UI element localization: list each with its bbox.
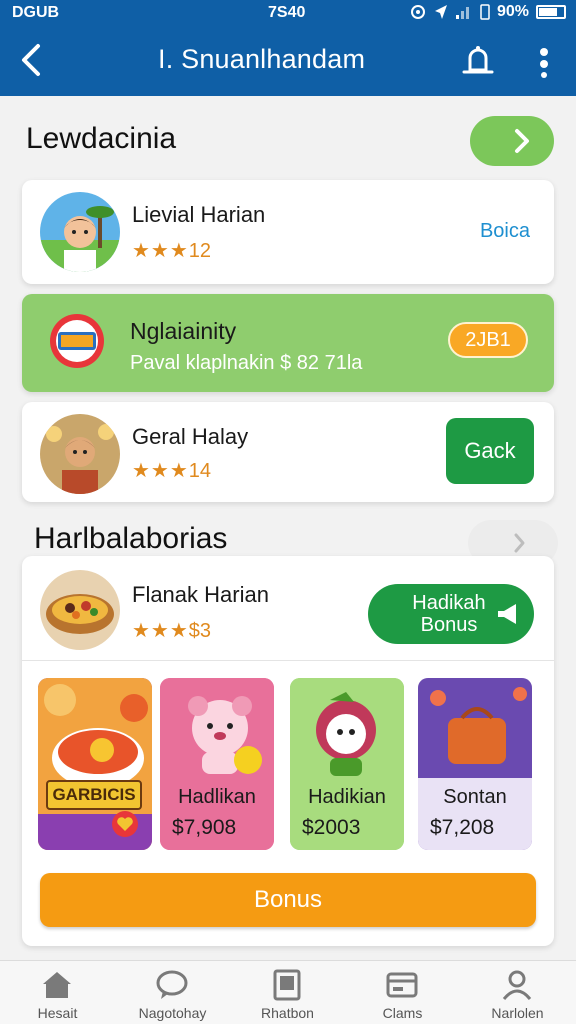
item-name: Geral Halay — [132, 424, 249, 449]
avatar — [40, 414, 120, 494]
product-tile[interactable]: Hadikian $2003 — [290, 678, 404, 850]
nav-label: Rhatbon — [261, 1005, 314, 1021]
product-tile[interactable]: GARBICIS — [38, 678, 152, 850]
section-title: Harlbalaborias — [34, 522, 228, 555]
tile-label: Hadlikan — [178, 786, 256, 808]
item-name: Lievial Harian — [132, 202, 266, 227]
featured-name: Flanak Harian — [132, 582, 269, 607]
nav-item-book[interactable]: Rhatbon — [230, 961, 345, 1024]
product-tile[interactable]: Hadlikan $7,908 — [160, 678, 274, 850]
location-icon — [434, 5, 447, 19]
battery-icon — [536, 5, 566, 19]
promo-title: Nglaiainity — [130, 318, 237, 344]
bottom-nav: Hesait Nagotohay Rhatbon Clams Narlolen — [0, 960, 576, 1024]
promo-subtitle: Paval klaplnakin $ 82 71la — [130, 352, 363, 374]
app-bar: I. Snuanlhandam — [0, 28, 576, 96]
tile-label: Sontan — [443, 786, 507, 808]
rating: ★★★12 — [132, 238, 211, 263]
section-title: Lewdacinia — [26, 122, 177, 155]
tile-label: GARBICIS — [46, 780, 142, 810]
next-button[interactable] — [470, 116, 554, 166]
rating-value: 12 — [188, 240, 212, 262]
bonus-pill-label: Hadikah Bonus — [412, 592, 486, 636]
promo-logo-icon — [48, 312, 106, 370]
chat-icon — [156, 970, 188, 999]
rating: ★★★14 — [132, 458, 211, 483]
status-time: 7S40 — [268, 4, 306, 21]
rating-value: 14 — [188, 460, 212, 482]
book-icon — [273, 969, 301, 1001]
battery-percent: 90% — [496, 3, 529, 20]
tile-price: $2003 — [302, 816, 361, 839]
tile-price: $7,908 — [172, 816, 237, 839]
go-button[interactable]: Gack — [446, 418, 534, 484]
nav-item-chat[interactable]: Nagotohay — [115, 961, 230, 1024]
promo-banner[interactable]: Nglaiainity Paval klaplnakin $ 82 71la 2… — [22, 294, 554, 392]
alarm-icon — [410, 5, 425, 19]
nav-label: Hesait — [37, 1005, 78, 1021]
list-item[interactable]: Lievial Harian ★★★12 Boica — [22, 180, 554, 284]
back-arrow-icon[interactable] — [16, 40, 52, 80]
signal-icon — [455, 7, 469, 19]
nav-label: Narlolen — [491, 1005, 544, 1021]
nav-label: Nagotohay — [138, 1005, 207, 1021]
product-tile[interactable]: Sontan $7,208 — [418, 678, 532, 850]
rating-value: $3 — [188, 620, 212, 642]
status-bar: DGUB 7S40 90% — [0, 0, 576, 28]
home-icon — [43, 972, 71, 998]
star-icons: ★★★ — [132, 240, 189, 262]
status-left-text: DGUB — [12, 4, 60, 21]
action-link[interactable]: Boica — [480, 220, 530, 243]
nav-item-card[interactable]: Clams — [345, 961, 460, 1024]
rating: ★★★$3 — [132, 618, 211, 643]
heart-icon — [112, 811, 138, 837]
promo-badge: 2JB1 — [448, 322, 528, 358]
chevron-right-icon — [515, 129, 529, 153]
tile-label: Hadikian — [308, 786, 386, 808]
card-icon — [386, 972, 418, 998]
bonus-pill-button[interactable]: Hadikah Bonus — [368, 584, 534, 644]
avatar — [40, 192, 120, 272]
megaphone-icon — [498, 604, 516, 624]
profile-icon — [502, 970, 532, 1000]
nav-item-profile[interactable]: Narlolen — [460, 961, 575, 1024]
bonus-button[interactable]: Bonus — [40, 873, 536, 927]
star-icons: ★★★ — [132, 620, 189, 642]
food-image — [40, 570, 120, 650]
status-icons: 90% — [409, 3, 566, 21]
page-title: I. Snuanlhandam — [158, 44, 366, 74]
more-menu-icon[interactable] — [532, 42, 556, 82]
star-icons: ★★★ — [132, 460, 189, 482]
sim-icon — [480, 4, 490, 20]
nav-label: Clams — [382, 1005, 423, 1021]
bell-icon[interactable] — [460, 40, 496, 80]
nav-item-home[interactable]: Hesait — [0, 961, 115, 1024]
tile-price: $7,208 — [430, 816, 495, 839]
divider — [22, 660, 554, 661]
list-item[interactable]: Geral Halay ★★★14 Gack — [22, 402, 554, 502]
